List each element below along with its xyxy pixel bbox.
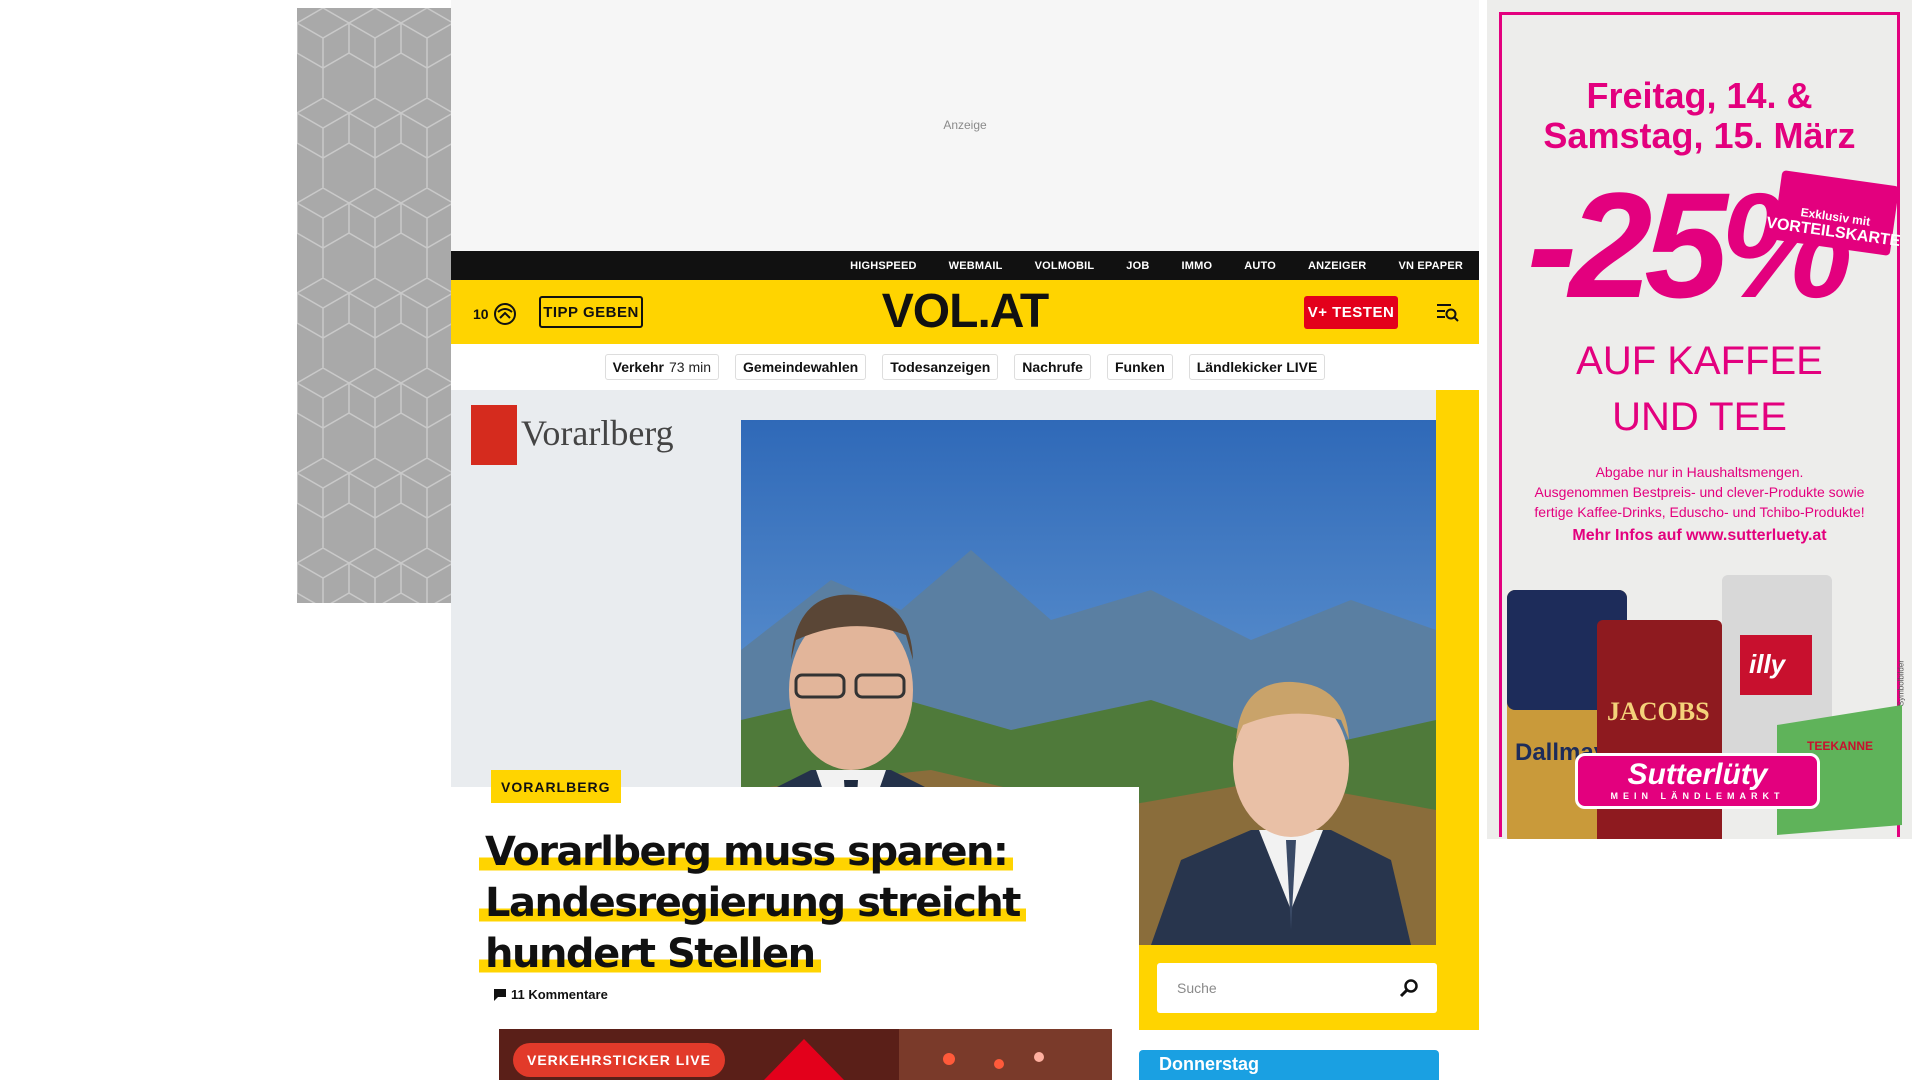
service-link-auto[interactable]: AUTO [1244, 260, 1276, 272]
traffic-delay: 73 min [669, 359, 712, 375]
service-link-volmobil[interactable]: VOLMOBIL [1035, 260, 1095, 272]
backdrop-text: Vorarlberg [521, 413, 674, 453]
site-header: 10 TIPP GEBEN VOL.AT V+ TESTEN [451, 280, 1479, 344]
service-link-anzeiger[interactable]: ANZEIGER [1308, 260, 1366, 272]
ad-brand-logo: Sutterlüty MEIN LÄNDLEMARKT [1575, 753, 1820, 809]
weather-day: Donnerstag [1159, 1054, 1260, 1074]
search-panel [1139, 945, 1479, 1030]
quicknav-gemeindewahlen[interactable]: Gemeindewahlen [735, 354, 867, 380]
quicknav-todesanzeigen[interactable]: Todesanzeigen [882, 354, 999, 380]
quicknav-laendlekicker-live[interactable]: Ländlekicker LIVE [1188, 354, 1326, 380]
right-skyscraper-ad[interactable]: Freitag, 14. & Samstag, 15. März -25% Ex… [1487, 0, 1912, 839]
headline-text: Vorarlberg muss sparen: Landesregierung … [479, 829, 1026, 977]
quicknav-verkehr[interactable]: Verkehr 73 min [604, 354, 720, 380]
ad-side-note: Symbolbilder [1896, 660, 1905, 707]
product-label-3: illy [1749, 649, 1787, 679]
ticker-badge: VERKEHRSTICKER LIVE [513, 1043, 725, 1077]
quicknav-label: Verkehr [612, 359, 664, 375]
ad-date-line1: Freitag, 14. & [1586, 75, 1813, 116]
headline[interactable]: Vorarlberg muss sparen: Landesregierung … [479, 827, 1099, 980]
service-link-highspeed[interactable]: HIGHSPEED [850, 260, 917, 272]
ad-fineprint2: Ausgenommen Bestpreis- und clever-Produk… [1534, 484, 1865, 500]
service-link-vn-epaper[interactable]: VN EPAPER [1398, 260, 1463, 272]
vplus-trial-button[interactable]: V+ TESTEN [1304, 296, 1398, 329]
ad-discount: -25% [1527, 161, 1853, 329]
service-link-webmail[interactable]: WEBMAIL [949, 260, 1003, 272]
hexagon-pattern [297, 8, 451, 603]
top-ad-slot: Anzeige [451, 0, 1479, 251]
ad-fineprint1: Abgabe nur in Haushaltsmengen. [1595, 464, 1804, 480]
weather-card[interactable]: Donnerstag [1139, 1050, 1439, 1080]
comments-link[interactable]: 11 Kommentare [494, 987, 608, 1002]
quick-nav: Verkehr 73 min Gemeindewahlen Todesanzei… [451, 344, 1479, 390]
quicknav-nachrufe[interactable]: Nachrufe [1014, 354, 1091, 380]
search-icon[interactable] [1399, 978, 1419, 998]
search-box [1157, 963, 1437, 1013]
service-link-immo[interactable]: IMMO [1181, 260, 1212, 272]
comments-count: 11 Kommentare [511, 987, 608, 1002]
ad-date-line2: Samstag, 15. März [1543, 115, 1856, 156]
traffic-ticker-teaser[interactable]: VERKEHRSTICKER LIVE [499, 1029, 1112, 1080]
service-link-job[interactable]: JOB [1126, 260, 1149, 272]
service-links: HIGHSPEED WEBMAIL VOLMOBIL JOB IMMO AUTO… [850, 251, 1463, 280]
ad-fineprint3: fertige Kaffee-Drinks, Eduscho- und Tchi… [1534, 504, 1865, 520]
ad-brand-tag: MEIN LÄNDLEMARKT [1610, 791, 1785, 801]
menu-search-icon[interactable] [1436, 302, 1460, 322]
product-label-4: TEEKANNE [1807, 739, 1873, 753]
ad-brand-name: Sutterlüty [1627, 758, 1768, 791]
quicknav-funken[interactable]: Funken [1106, 354, 1173, 380]
category-tag[interactable]: VORARLBERG [491, 770, 621, 803]
ad-line2: UND TEE [1612, 395, 1787, 439]
left-skin-ad[interactable] [297, 8, 451, 603]
search-input[interactable] [1175, 979, 1399, 997]
ad-label: Anzeige [943, 118, 987, 132]
service-bar: HIGHSPEED WEBMAIL VOLMOBIL JOB IMMO AUTO… [451, 251, 1479, 280]
product-label-2: JACOBS [1607, 697, 1710, 726]
comment-icon [494, 988, 506, 1001]
ad-line1: AUF KAFFEE [1576, 339, 1823, 383]
ad-url[interactable]: Mehr Infos auf www.sutterluety.at [1487, 524, 1912, 548]
hero-side-band [1436, 390, 1479, 1030]
